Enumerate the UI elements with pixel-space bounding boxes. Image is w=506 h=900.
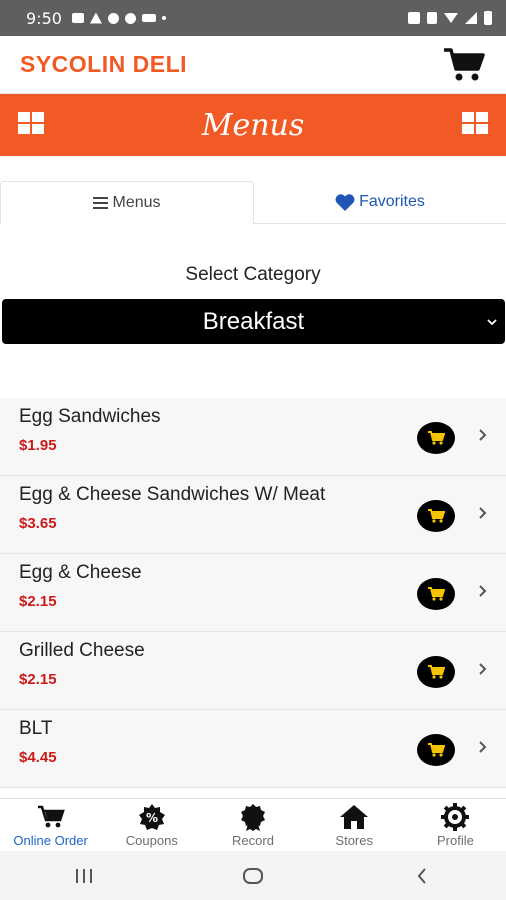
warning-icon: [89, 12, 102, 24]
cart-icon: [428, 431, 445, 445]
chevron-right-icon: [479, 585, 487, 597]
home-button[interactable]: [223, 856, 283, 896]
chevron-down-icon: [487, 313, 497, 329]
cart-icon: [428, 665, 445, 679]
gear-icon: [440, 803, 470, 831]
back-icon: [417, 867, 426, 884]
bottom-nav: Online Order % Coupons Record Stores Pro…: [0, 798, 506, 851]
sync-icon: [107, 12, 119, 24]
nav-profile-label: Profile: [436, 833, 474, 848]
tab-favorites[interactable]: Favorites: [254, 181, 506, 224]
item-price: $1.95: [19, 437, 57, 454]
list-item[interactable]: Grilled Cheese $2.15: [0, 632, 506, 710]
item-price: $2.15: [19, 671, 57, 688]
list-item[interactable]: Egg & Cheese Sandwiches W/ Meat $3.65: [0, 476, 506, 554]
cart-icon: [428, 509, 445, 523]
recents-icon: [76, 868, 93, 883]
back-button[interactable]: [392, 856, 452, 896]
cart-icon: [36, 803, 66, 831]
add-to-cart-button[interactable]: [417, 656, 455, 688]
signal-icon: [465, 12, 477, 24]
item-name: Grilled Cheese: [19, 640, 145, 661]
menu-bar: Menus: [0, 94, 506, 156]
status-time: 9:50: [26, 8, 62, 28]
chevron-right-icon: [479, 429, 487, 441]
tab-menus[interactable]: Menus: [0, 181, 254, 224]
nav-coupons[interactable]: % Coupons: [101, 799, 202, 851]
message-icon: [71, 13, 84, 23]
nav-stores-label: Stores: [335, 833, 373, 848]
item-price: $2.15: [19, 593, 57, 610]
battery-icon: [484, 11, 492, 25]
add-to-cart-button[interactable]: [417, 734, 455, 766]
app-header: SYCOLIN DELI: [0, 36, 506, 94]
home-circle-icon: [242, 867, 263, 884]
status-system-icons: [408, 11, 492, 25]
item-name: Egg & Cheese: [19, 562, 142, 583]
tab-favorites-label: Favorites: [359, 193, 425, 210]
cart-icon: [428, 743, 445, 757]
item-price: $3.65: [19, 515, 57, 532]
item-price: $4.45: [19, 749, 57, 766]
alarm-icon: [124, 12, 136, 24]
home-icon: [339, 803, 369, 831]
coupon-icon: %: [137, 803, 167, 831]
nav-coupons-label: Coupons: [125, 833, 178, 848]
cart-icon: [428, 587, 445, 601]
heart-icon: [335, 193, 355, 211]
nfc-icon: [408, 12, 420, 24]
nav-record[interactable]: Record: [202, 799, 303, 851]
grid-icon[interactable]: [462, 112, 488, 134]
category-select[interactable]: Breakfast: [2, 299, 505, 344]
status-bar: 9:50: [0, 0, 506, 36]
network-icon: [141, 14, 156, 22]
tab-menus-label: Menus: [112, 194, 161, 211]
item-name: Egg & Cheese Sandwiches W/ Meat: [19, 484, 326, 505]
menu-bar-title: Menus: [201, 107, 305, 143]
brand-title: SYCOLIN DELI: [20, 51, 188, 77]
svg-text:%: %: [146, 811, 158, 825]
chevron-right-icon: [479, 663, 487, 675]
add-to-cart-button[interactable]: [417, 422, 455, 454]
dot-icon: [161, 16, 166, 20]
nav-online-order-label: Online Order: [13, 833, 88, 848]
award-icon: [238, 803, 268, 831]
wifi-icon: [444, 13, 458, 23]
menu-icon: [93, 197, 109, 209]
nav-stores[interactable]: Stores: [304, 799, 405, 851]
list-item[interactable]: Egg Sandwiches $1.95: [0, 398, 506, 476]
system-nav-bar: [0, 851, 506, 900]
item-name: BLT: [19, 718, 53, 739]
nav-profile[interactable]: Profile: [405, 799, 506, 851]
item-name: Egg Sandwiches: [19, 406, 161, 427]
select-category-label: Select Category: [185, 264, 321, 285]
cart-icon[interactable]: [442, 47, 486, 83]
recent-apps-button[interactable]: [54, 856, 114, 896]
nav-online-order[interactable]: Online Order: [0, 799, 101, 851]
grid-icon[interactable]: [18, 112, 44, 134]
nav-record-label: Record: [232, 833, 274, 848]
status-notification-icons: [71, 12, 166, 24]
tab-bar: Menus Favorites: [0, 181, 506, 224]
list-item[interactable]: BLT $4.45: [0, 710, 506, 788]
menu-item-list: Egg Sandwiches $1.95 Egg & Cheese Sandwi…: [0, 398, 506, 788]
chevron-right-icon: [479, 741, 487, 753]
vibrate-icon: [427, 12, 437, 24]
app-root: 9:50 SYCOLIN DELI Menus Menus Favorites …: [0, 0, 506, 900]
category-selected-value: Breakfast: [202, 307, 305, 335]
chevron-right-icon: [479, 507, 487, 519]
add-to-cart-button[interactable]: [417, 500, 455, 532]
add-to-cart-button[interactable]: [417, 578, 455, 610]
list-item[interactable]: Egg & Cheese $2.15: [0, 554, 506, 632]
